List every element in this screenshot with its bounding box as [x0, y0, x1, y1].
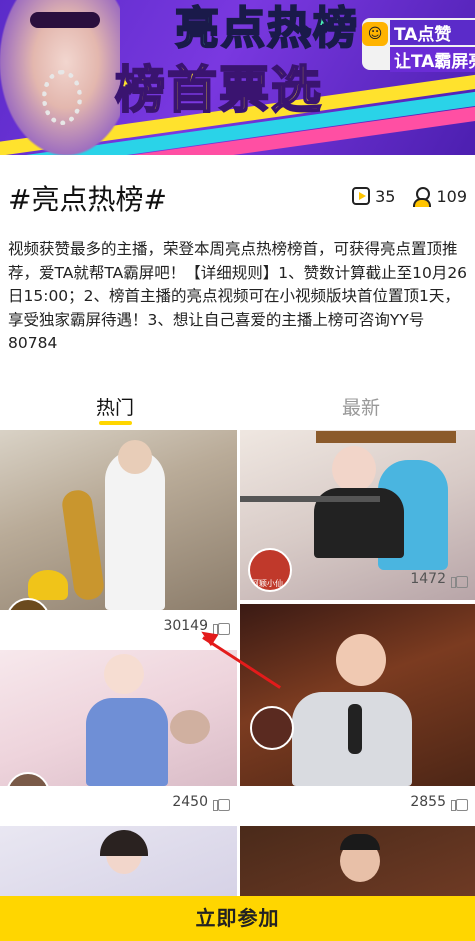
video-meta: 2855 [240, 786, 475, 822]
video-thumbnail[interactable] [0, 650, 237, 786]
topic-banner: 亮点热榜 榜首票选 TA点赞 让TA霸屏亮点 ☺ [0, 0, 475, 155]
video-count-stat: 35 [352, 187, 395, 206]
banner-promo-line2: 让TA霸屏亮点 [390, 47, 475, 72]
video-thumbnail[interactable] [0, 430, 237, 610]
participant-count: 109 [436, 186, 467, 206]
like-button[interactable]: 2450 [172, 794, 230, 811]
yy-logo-icon: ☺ [362, 22, 388, 46]
page-title: #亮点热榜# [8, 183, 167, 216]
video-count: 35 [375, 186, 396, 206]
video-card[interactable]: 阿君 30149 [0, 430, 237, 646]
banner-promo-line1: TA点赞 [390, 20, 475, 45]
video-thumbnail[interactable] [0, 826, 237, 896]
like-button[interactable]: 30149 [163, 618, 230, 635]
avatar-label: 阿颖小仙 [251, 579, 283, 588]
video-card[interactable]: 阿颖小仙 1472 [240, 430, 475, 600]
tab-hot[interactable]: 热门 [96, 393, 134, 420]
video-thumbnail[interactable] [240, 826, 475, 896]
streamer-avatar[interactable]: 阿颖小仙 [248, 548, 292, 592]
video-card[interactable] [0, 826, 237, 896]
participant-count-stat: 109 [411, 186, 467, 207]
like-count: 1472 [410, 571, 446, 587]
video-card[interactable]: 2450 [0, 650, 237, 822]
thumbs-up-icon [451, 794, 468, 811]
like-button[interactable]: 2855 [410, 794, 468, 811]
banner-title-main: 榜首票选 [114, 60, 323, 120]
thumbs-up-icon [451, 571, 468, 588]
like-count: 2450 [172, 794, 208, 810]
like-button[interactable]: 1472 [410, 571, 468, 588]
topic-stats: 35 109 [342, 186, 467, 207]
active-tab-indicator [99, 421, 132, 425]
like-count: 2855 [410, 794, 446, 810]
join-button[interactable]: 立即参加 [0, 896, 475, 941]
banner-title-top: 亮点热榜 [174, 2, 359, 55]
video-meta: 2450 [0, 786, 237, 822]
streamer-avatar[interactable] [250, 706, 294, 750]
thumbs-up-icon [213, 794, 230, 811]
video-thumbnail[interactable] [240, 604, 475, 786]
video-card[interactable] [240, 826, 475, 896]
banner-person-image [0, 0, 120, 155]
tab-latest[interactable]: 最新 [342, 393, 380, 420]
video-card[interactable]: 2855 [240, 604, 475, 822]
topic-description: 视频获赞最多的主播，荣登本周亮点热榜榜首，可获得亮点置顶推荐，爱TA就帮TA霸屏… [8, 240, 468, 352]
video-icon [352, 187, 371, 205]
participant-icon [411, 186, 432, 207]
